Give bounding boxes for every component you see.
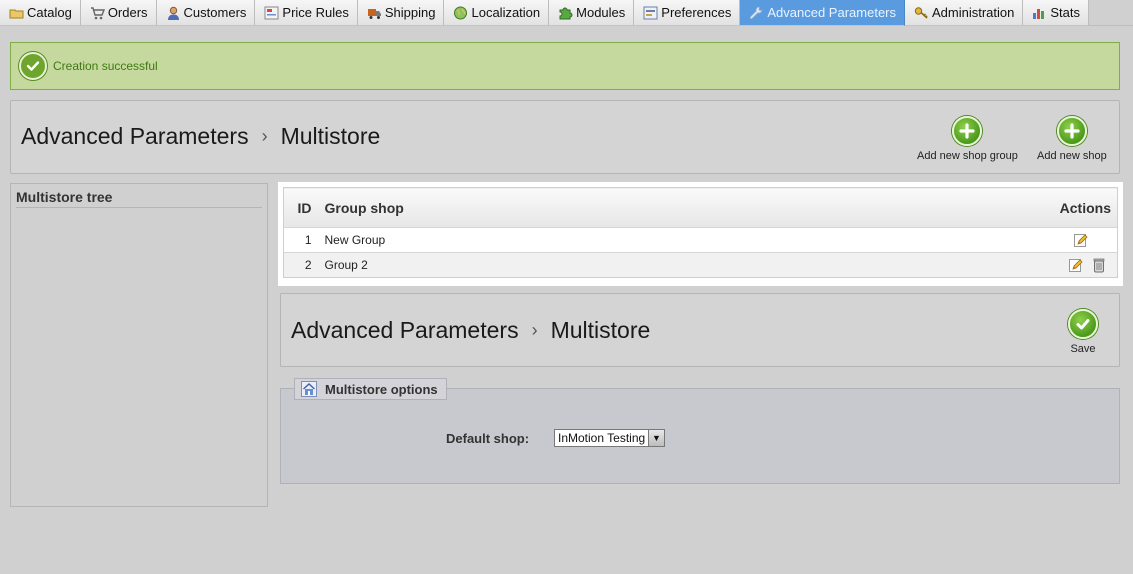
edit-icon[interactable] — [1068, 257, 1084, 273]
page-title: Multistore — [280, 123, 381, 149]
tab-label: Advanced Parameters — [767, 5, 896, 20]
page-title: Multistore — [550, 317, 651, 343]
folder-icon — [9, 6, 24, 20]
customer-icon — [166, 6, 181, 20]
price-tag-icon — [264, 6, 279, 20]
tab-label: Shipping — [384, 5, 436, 20]
table-header-row: ID Group shop Actions — [283, 187, 1118, 228]
success-message: Creation successful — [53, 59, 158, 73]
table-row[interactable]: 1 New Group — [283, 227, 1118, 253]
cell-id: 2 — [283, 252, 322, 278]
tab-preferences[interactable]: Preferences — [634, 0, 741, 26]
default-shop-label: Default shop: — [446, 431, 530, 446]
wrench-icon — [749, 6, 764, 20]
chevron-right-icon: › — [531, 320, 538, 340]
fieldset-legend-label: Multistore options — [325, 381, 438, 397]
chevron-right-icon: › — [261, 126, 268, 146]
edit-icon[interactable] — [1073, 232, 1089, 248]
dropdown-arrow-icon[interactable]: ▼ — [648, 430, 664, 446]
breadcrumb: Advanced Parameters › Multistore — [21, 123, 380, 150]
shop-group-table: ID Group shop Actions 1 New Group 2 Grou… — [283, 187, 1118, 278]
tab-label: Localization — [471, 5, 541, 20]
tab-label: Stats — [1050, 5, 1080, 20]
check-icon — [1068, 309, 1098, 339]
shop-group-table-container: ID Group shop Actions 1 New Group 2 Grou… — [278, 182, 1123, 286]
tab-advanced-parameters[interactable]: Advanced Parameters — [740, 0, 905, 26]
tab-stats[interactable]: Stats — [1023, 0, 1089, 26]
save-button[interactable]: Save — [1068, 309, 1098, 355]
tab-catalog[interactable]: Catalog — [0, 0, 81, 26]
tab-label: Customers — [183, 5, 247, 20]
breadcrumb-section: Advanced Parameters — [291, 317, 519, 343]
table-row[interactable]: 2 Group 2 — [283, 252, 1118, 278]
fieldset-legend: Multistore options — [294, 378, 447, 400]
success-banner: Creation successful — [10, 42, 1120, 90]
preferences-icon — [643, 6, 658, 20]
tab-price-rules[interactable]: Price Rules — [255, 0, 358, 26]
bar-chart-icon — [1032, 6, 1047, 20]
cell-id: 1 — [283, 227, 322, 253]
check-icon — [19, 52, 47, 80]
main-tab-bar: Catalog Orders Customers Price Rules Shi… — [0, 0, 1133, 26]
breadcrumb: Advanced Parameters › Multistore — [291, 317, 650, 344]
globe-icon — [453, 6, 468, 20]
tab-modules[interactable]: Modules — [549, 0, 635, 26]
tab-label: Price Rules — [282, 5, 349, 20]
default-shop-select[interactable]: InMotion Testing ▼ — [554, 429, 665, 447]
multistore-tree-panel: Multistore tree — [10, 183, 268, 507]
tab-localization[interactable]: Localization — [444, 0, 550, 26]
tab-administration[interactable]: Administration — [905, 0, 1024, 26]
tab-label: Preferences — [661, 5, 732, 20]
column-header-group-shop[interactable]: Group shop — [321, 187, 790, 228]
tab-label: Orders — [107, 5, 148, 20]
save-label: Save — [1070, 343, 1096, 355]
tab-label: Administration — [932, 5, 1015, 20]
cell-actions — [789, 227, 1118, 253]
add-new-shop-group-label: Add new shop group — [917, 150, 1018, 162]
tree-title: Multistore tree — [16, 189, 262, 208]
column-header-id[interactable]: ID — [283, 187, 322, 228]
home-icon — [301, 381, 317, 397]
tab-label: Catalog — [27, 5, 72, 20]
cart-icon — [90, 6, 105, 20]
cell-group-shop[interactable]: New Group — [321, 227, 790, 253]
tab-label: Modules — [576, 5, 626, 20]
plus-icon — [952, 116, 983, 146]
delete-icon[interactable] — [1091, 257, 1107, 273]
add-new-shop-group-button[interactable]: Add new shop group — [917, 116, 1018, 162]
tab-orders[interactable]: Orders — [80, 0, 157, 26]
page-header-toolbar: Advanced Parameters › Multistore Add new… — [10, 100, 1120, 174]
cell-actions — [789, 252, 1118, 278]
column-header-actions: Actions — [789, 187, 1118, 228]
breadcrumb-section: Advanced Parameters — [21, 123, 249, 149]
tab-shipping[interactable]: Shipping — [357, 0, 445, 26]
add-new-shop-button[interactable]: Add new shop — [1037, 116, 1107, 162]
cell-group-shop[interactable]: Group 2 — [321, 252, 790, 278]
key-icon — [914, 6, 929, 20]
tab-customers[interactable]: Customers — [156, 0, 256, 26]
puzzle-icon — [558, 6, 573, 20]
plus-icon — [1056, 116, 1087, 146]
add-new-shop-label: Add new shop — [1037, 150, 1107, 162]
form-header-toolbar: Advanced Parameters › Multistore Save — [280, 293, 1120, 367]
default-shop-value: InMotion Testing — [558, 431, 646, 445]
multistore-options-fieldset — [280, 388, 1120, 484]
truck-icon — [367, 6, 382, 20]
